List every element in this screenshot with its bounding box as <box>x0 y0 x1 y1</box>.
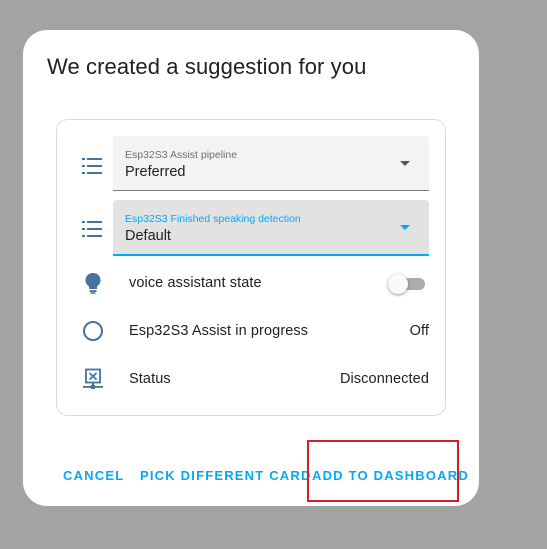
suggested-entities-card: Esp32S3 Assist pipeline Preferred Esp32S… <box>56 119 446 416</box>
add-to-dashboard-button[interactable]: ADD TO DASHBOARD <box>312 468 469 483</box>
voice-assistant-state-toggle[interactable] <box>388 274 425 294</box>
circle-outline-icon <box>81 319 105 343</box>
format-list-bulleted-icon <box>81 154 105 178</box>
entity-name-voice-assistant-state: voice assistant state <box>129 275 262 291</box>
dropdown-arrow-icon[interactable] <box>400 225 410 230</box>
select-label: Esp32S3 Finished speaking detection <box>125 213 301 225</box>
cancel-button[interactable]: CANCEL <box>63 468 124 483</box>
entity-name-status: Status <box>129 371 171 387</box>
entity-state-assist-in-progress[interactable]: Off <box>410 323 429 339</box>
select-label: Esp32S3 Assist pipeline <box>125 149 238 161</box>
dropdown-arrow-icon[interactable] <box>400 161 410 166</box>
entity-state-status[interactable]: Disconnected <box>340 371 429 387</box>
entity-name-assist-in-progress: Esp32S3 Assist in progress <box>129 323 309 339</box>
format-list-bulleted-icon <box>81 217 105 241</box>
toggle-thumb <box>388 274 408 294</box>
suggestion-dialog: We created a suggestion for you Esp32S3 … <box>23 30 479 506</box>
lightbulb-icon <box>81 271 105 295</box>
select-value: Preferred <box>125 164 186 180</box>
assist-pipeline-select[interactable]: Esp32S3 Assist pipeline Preferred <box>113 136 429 191</box>
dialog-title: We created a suggestion for you <box>47 54 367 79</box>
pick-different-card-button[interactable]: PICK DIFFERENT CARD <box>140 468 312 483</box>
select-value: Default <box>125 228 171 244</box>
network-off-icon <box>81 367 105 391</box>
finished-speaking-detection-select[interactable]: Esp32S3 Finished speaking detection Defa… <box>113 200 429 256</box>
